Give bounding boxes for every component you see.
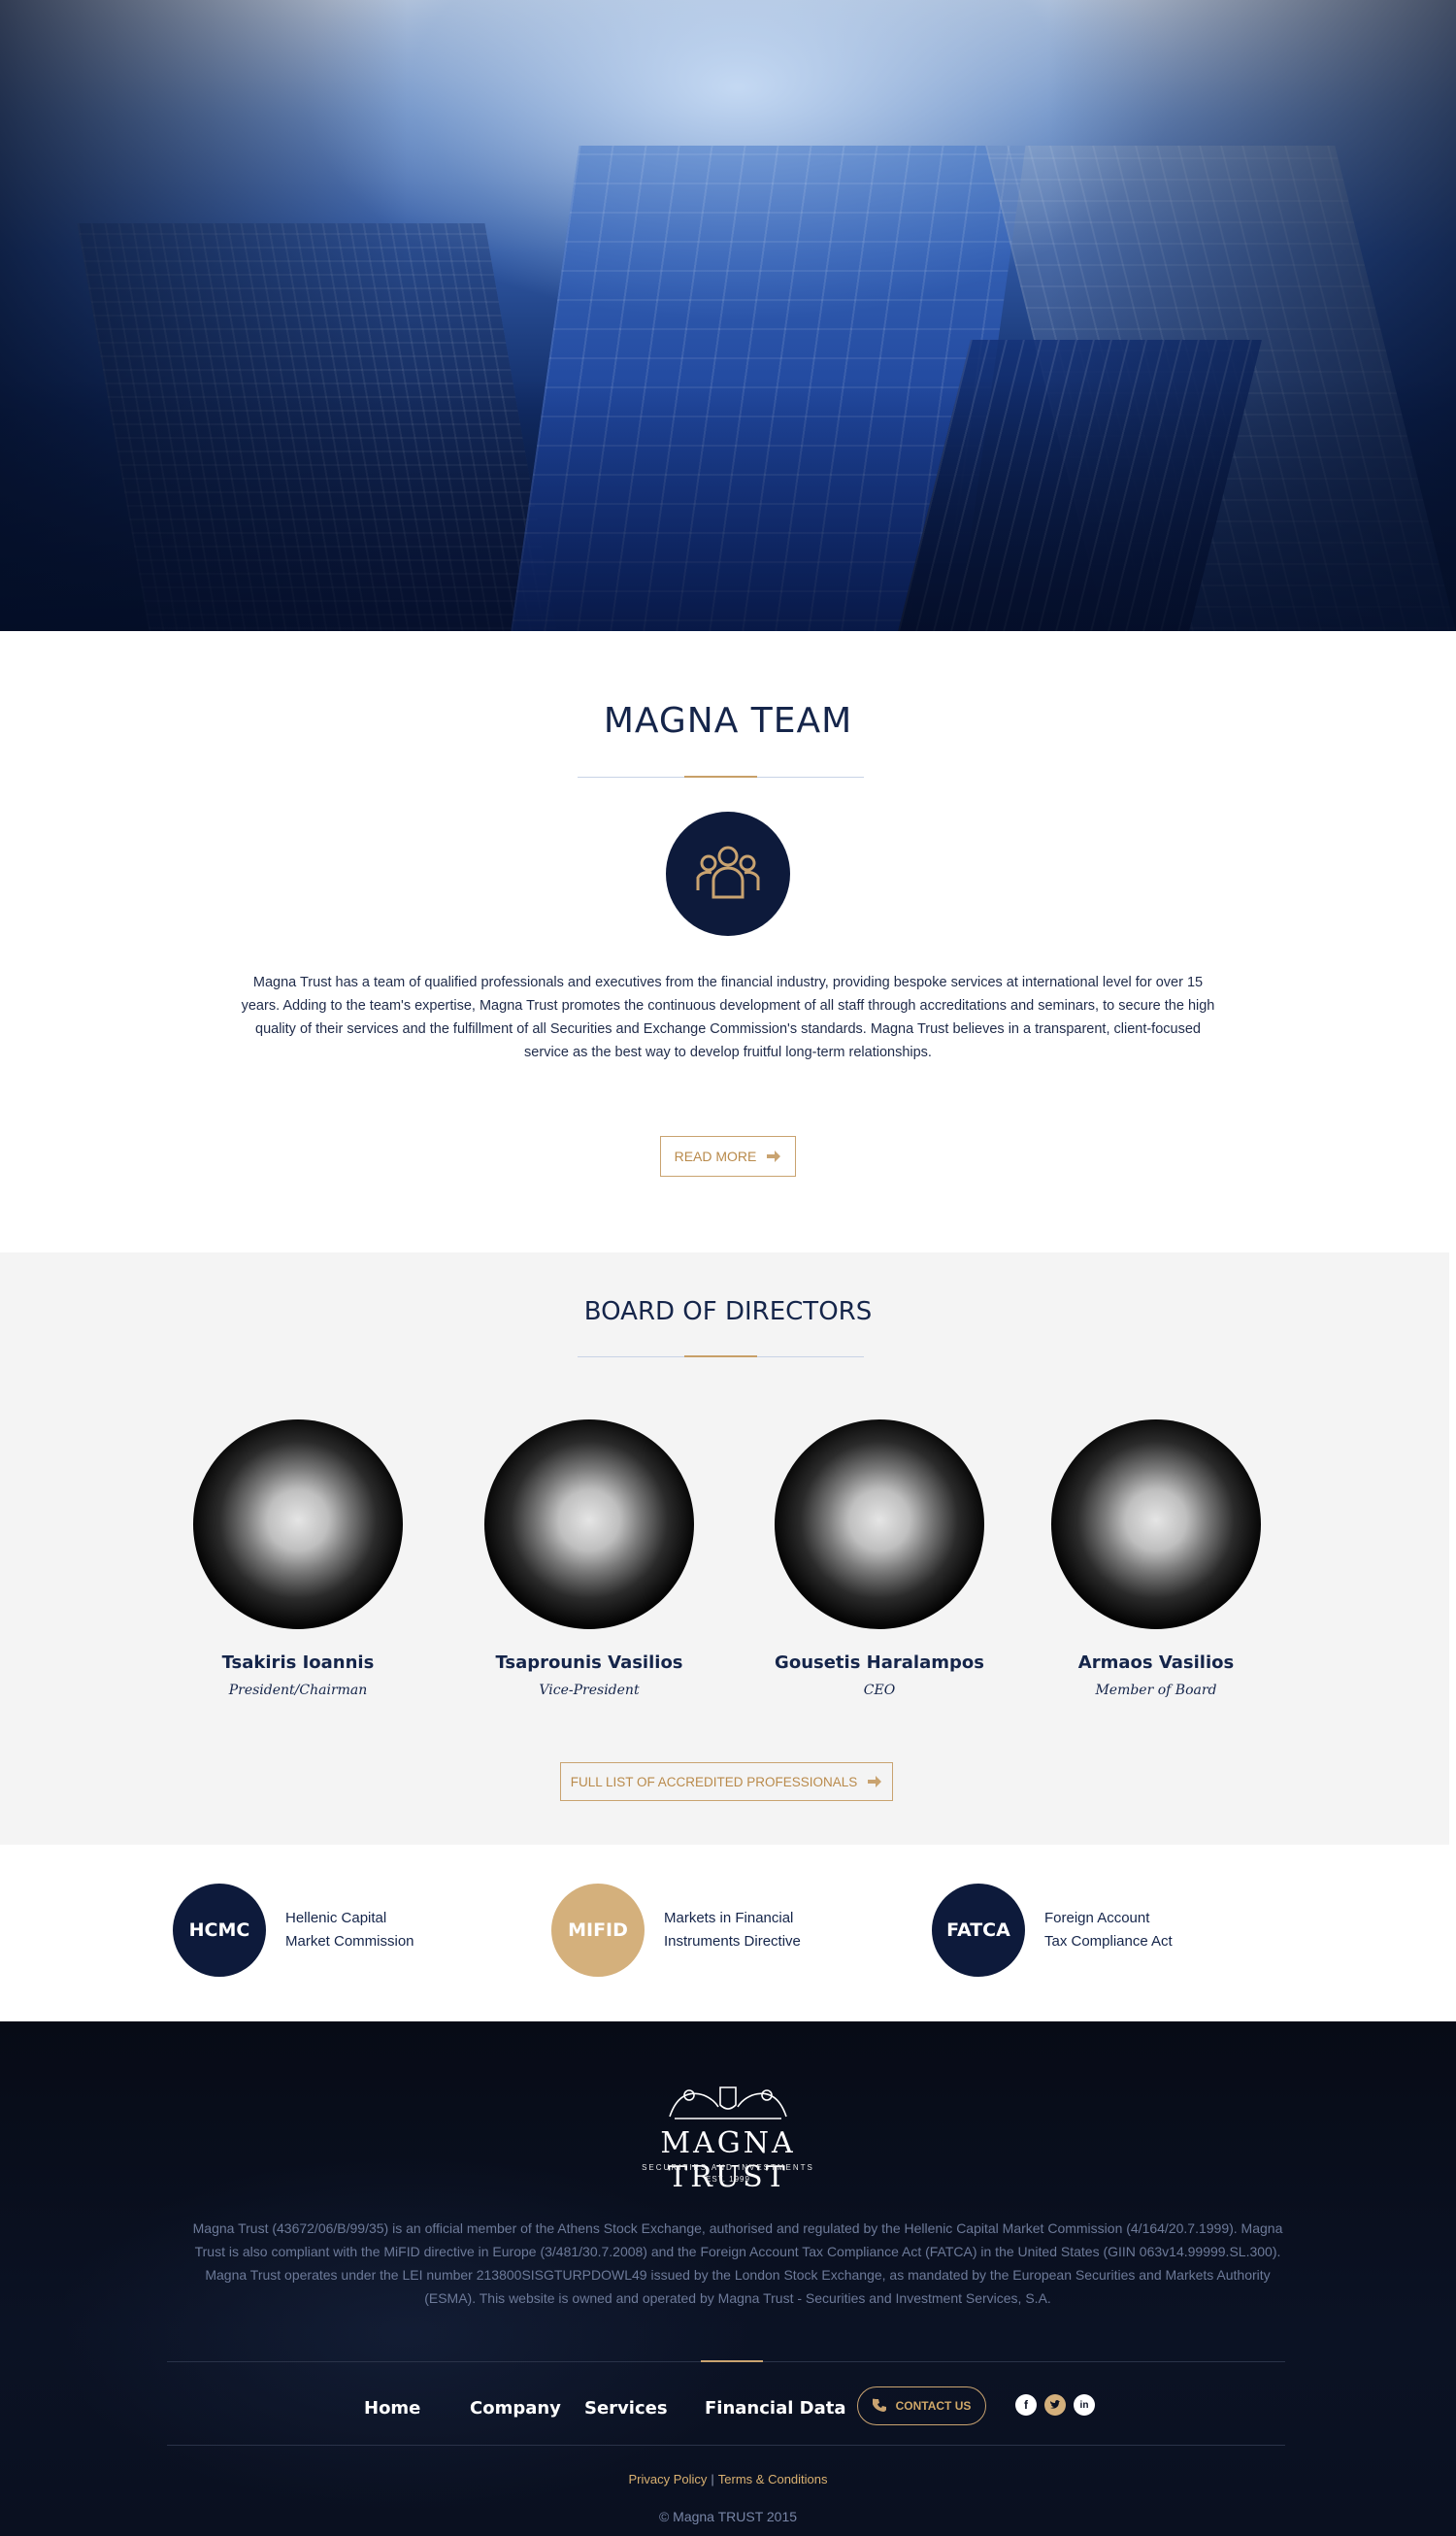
badge-line: Tax Compliance Act (1044, 1933, 1173, 1950)
team-title-rule (578, 776, 864, 778)
full-list-label: FULL LIST OF ACCREDITED PROFESSIONALS (570, 1774, 858, 1789)
director-card[interactable]: Tsakiris Ioannis President/Chairman (172, 1419, 424, 1698)
logo-est: EST. 1999 (706, 2175, 750, 2184)
badge-line: Foreign Account (1044, 1910, 1150, 1926)
team-description: Magna Trust has a team of qualified prof… (241, 975, 1215, 1060)
director-card[interactable]: Armaos Vasilios Member of Board (1030, 1419, 1282, 1698)
footer-nav-home[interactable]: Home (364, 2390, 420, 2425)
hero-banner (0, 0, 1456, 631)
footer-active-marker (701, 2360, 763, 2362)
badge-line: Instruments Directive (664, 1933, 801, 1950)
legal-separator: | (711, 2472, 714, 2486)
director-role: President/Chairman (228, 1683, 368, 1698)
badge-description: Hellenic Capital Market Commission (285, 1907, 414, 1953)
director-photo (775, 1419, 984, 1629)
phone-icon (872, 2398, 886, 2412)
contact-us-button[interactable]: CONTACT US (857, 2386, 986, 2425)
arrow-right-icon (767, 1151, 781, 1162)
arrow-right-icon (868, 1776, 882, 1787)
badge-description: Markets in Financial Instruments Directi… (664, 1907, 801, 1953)
footer-disclaimer: Magna Trust (43672/06/B/99/35) is an off… (192, 2220, 1283, 2306)
director-name: Gousetis Haralampos (775, 1652, 984, 1673)
footer-nav-services[interactable]: Services (584, 2390, 668, 2425)
logo-name: MAGNA TRUST (660, 2126, 796, 2194)
director-name: Armaos Vasilios (1077, 1652, 1235, 1673)
badge-line: Markets in Financial (664, 1910, 794, 1926)
footer-divider (167, 2445, 1285, 2446)
badge-circle: HCMC (173, 1884, 266, 1977)
badge-hcmc[interactable]: HCMC Hellenic Capital Market Commission (173, 1884, 414, 1977)
read-more-button[interactable]: READ MORE (660, 1136, 796, 1177)
read-more-label: READ MORE (674, 1149, 757, 1164)
badge-description: Foreign Account Tax Compliance Act (1044, 1907, 1173, 1953)
badge-line: Hellenic Capital (285, 1910, 387, 1926)
full-list-button[interactable]: FULL LIST OF ACCREDITED PROFESSIONALS (560, 1762, 893, 1801)
badge-mifid[interactable]: MIFID Markets in Financial Instruments D… (551, 1884, 801, 1977)
contact-us-label: CONTACT US (895, 2399, 972, 2413)
logo-tagline: SECURITIES AND INVESTMENTS (642, 2163, 814, 2172)
privacy-policy-link[interactable]: Privacy Policy (628, 2472, 707, 2486)
hero-vignette (0, 0, 1456, 631)
badge-circle: FATCA (932, 1884, 1025, 1977)
director-photo (484, 1419, 694, 1629)
badge-fatca[interactable]: FATCA Foreign Account Tax Compliance Act (932, 1884, 1173, 1977)
logo-crest-icon (669, 2086, 787, 2119)
director-role: CEO (863, 1683, 896, 1698)
director-photo (1051, 1419, 1261, 1629)
board-title: BOARD OF DIRECTORS (583, 1297, 873, 1326)
director-photo (193, 1419, 403, 1629)
copyright: © Magna TRUST 2015 (658, 2509, 798, 2524)
director-role: Member of Board (1095, 1683, 1217, 1698)
badge-line: Market Commission (285, 1933, 414, 1950)
director-name: Tsaprounis Vasilios (495, 1652, 683, 1673)
director-card[interactable]: Tsaprounis Vasilios Vice-President (463, 1419, 715, 1698)
legal-links: Privacy Policy | Terms & Conditions (0, 2472, 1456, 2486)
twitter-icon[interactable] (1044, 2394, 1066, 2416)
badge-circle: MIFID (551, 1884, 645, 1977)
team-title: MAGNA TEAM (603, 701, 853, 741)
linkedin-icon[interactable]: in (1074, 2394, 1095, 2416)
director-card[interactable]: Gousetis Haralampos CEO (753, 1419, 1006, 1698)
logo[interactable]: MAGNA TRUST SECURITIES AND INVESTMENTS E… (602, 2078, 854, 2194)
facebook-icon[interactable]: f (1015, 2394, 1037, 2416)
board-title-rule (578, 1355, 864, 1357)
footer-nav-financial-data[interactable]: Financial Data (705, 2390, 846, 2425)
director-role: Vice-President (539, 1683, 640, 1698)
footer-nav-company[interactable]: Company (470, 2390, 561, 2425)
terms-link[interactable]: Terms & Conditions (718, 2472, 828, 2486)
team-icon (666, 812, 790, 936)
director-name: Tsakiris Ioannis (221, 1652, 375, 1673)
